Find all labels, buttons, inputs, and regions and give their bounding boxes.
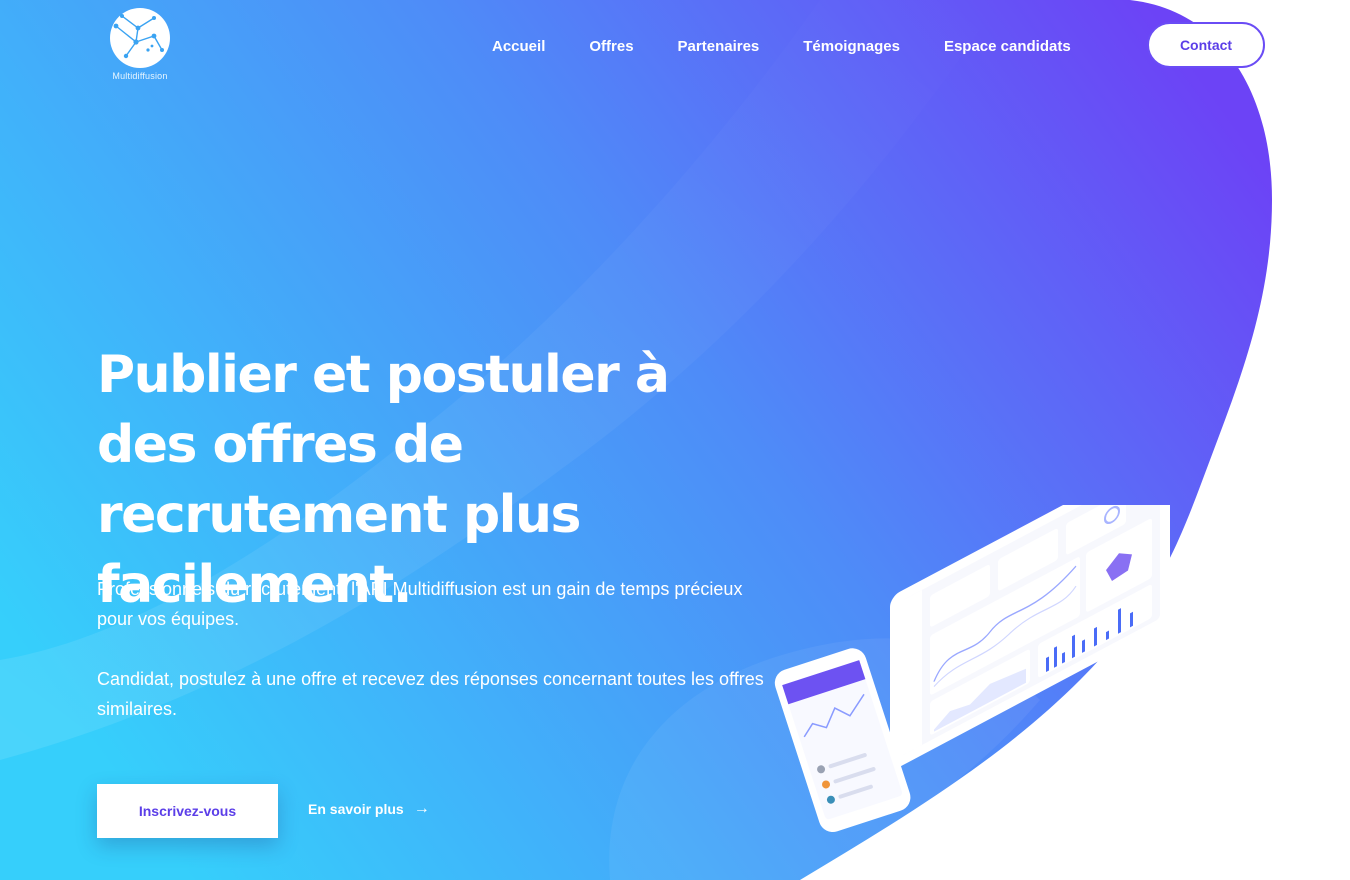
nav-item-espace-candidats[interactable]: Espace candidats [944,38,1071,55]
hero-paragraph-recruiters: Professionnels du recrutement, l'API Mul… [97,579,743,629]
learn-more-label: En savoir plus [308,801,404,817]
device-mockups-illustration [774,505,1170,833]
arrow-right-icon: → [413,800,430,817]
nav-item-offres[interactable]: Offres [589,38,633,55]
nav-item-temoignages[interactable]: Témoignages [803,38,900,55]
hero-paragraph-candidates: Candidat, postulez à une offre et receve… [97,669,764,719]
contact-button[interactable]: Contact [1147,22,1265,68]
brand-logo[interactable]: Multidiffusion [105,6,175,81]
brand-name: Multidiffusion [112,71,168,81]
nav-item-accueil[interactable]: Accueil [492,38,545,55]
nav-item-partenaires[interactable]: Partenaires [678,38,760,55]
network-globe-icon [110,8,170,68]
main-nav: Accueil Offres Partenaires Témoignages E… [470,22,1093,70]
signup-button[interactable]: Inscrivez-vous [97,784,278,838]
learn-more-link[interactable]: En savoir plus → [308,800,430,818]
